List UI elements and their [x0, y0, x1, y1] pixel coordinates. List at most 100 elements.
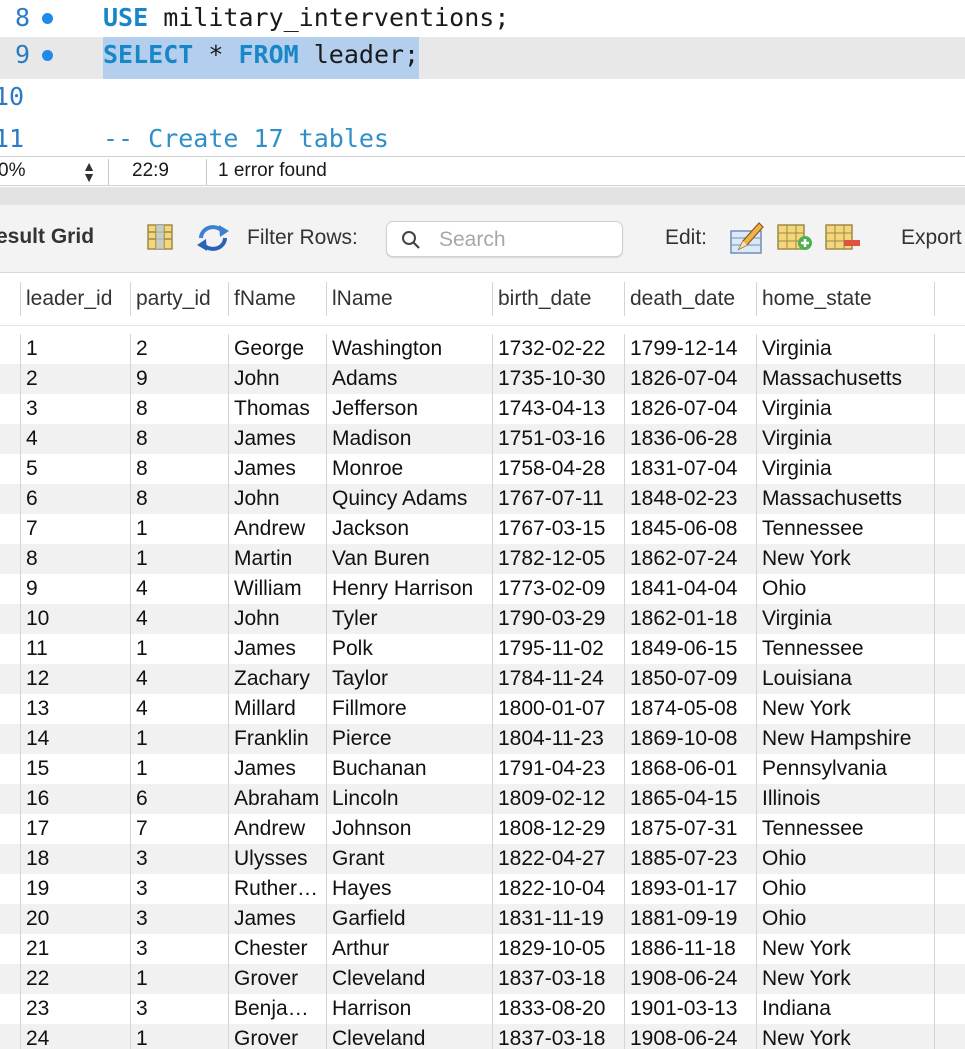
code-text-selected[interactable]: SELECT * FROM leader; [103, 37, 420, 79]
cell-death-date[interactable]: 1885-07-23 [624, 844, 756, 874]
cell-lname[interactable]: Van Buren [326, 544, 492, 574]
cell-fname[interactable]: Millard [228, 694, 326, 724]
cell-party-id[interactable]: 1 [130, 634, 228, 664]
cell-lname[interactable]: Quincy Adams [326, 484, 492, 514]
cell-home-state[interactable]: New York [756, 964, 934, 994]
cell-fname[interactable]: James [228, 754, 326, 784]
cell-lname[interactable]: Buchanan [326, 754, 492, 784]
cell-fname[interactable]: John [228, 604, 326, 634]
cell-lname[interactable]: Johnson [326, 814, 492, 844]
cell-home-state[interactable]: Virginia [756, 424, 934, 454]
cell-birth-date[interactable]: 1782-12-05 [492, 544, 624, 574]
cell-death-date[interactable]: 1862-07-24 [624, 544, 756, 574]
cell-birth-date[interactable]: 1751-03-16 [492, 424, 624, 454]
cell-death-date[interactable]: 1886-11-18 [624, 934, 756, 964]
cell-party-id[interactable]: 1 [130, 544, 228, 574]
cell-lname[interactable]: Garfield [326, 904, 492, 934]
cell-home-state[interactable]: Indiana [756, 994, 934, 1024]
cell-lname[interactable]: Cleveland [326, 1024, 492, 1049]
cell-death-date[interactable]: 1849-06-15 [624, 634, 756, 664]
add-row-icon[interactable] [776, 223, 814, 259]
cell-lname[interactable]: Lincoln [326, 784, 492, 814]
cell-fname[interactable]: John [228, 364, 326, 394]
code-line-9[interactable]: 9 SELECT * FROM leader; [0, 37, 965, 79]
cell-birth-date[interactable]: 1808-12-29 [492, 814, 624, 844]
cell-birth-date[interactable]: 1743-04-13 [492, 394, 624, 424]
cell-leader-id[interactable]: 20 [20, 904, 130, 934]
cell-lname[interactable]: Jefferson [326, 394, 492, 424]
cell-leader-id[interactable]: 18 [20, 844, 130, 874]
cell-birth-date[interactable]: 1767-07-11 [492, 484, 624, 514]
cell-birth-date[interactable]: 1837-03-18 [492, 964, 624, 994]
cell-death-date[interactable]: 1908-06-24 [624, 1024, 756, 1049]
cell-leader-id[interactable]: 14 [20, 724, 130, 754]
table-row[interactable]: 15 1 James Buchanan 1791-04-23 1868-06-01 Penn… [0, 754, 965, 784]
cell-home-state[interactable]: New York [756, 934, 934, 964]
cell-birth-date[interactable]: 1822-04-27 [492, 844, 624, 874]
cell-lname[interactable]: Harrison [326, 994, 492, 1024]
code-line-10[interactable]: 10 [0, 79, 965, 121]
cell-birth-date[interactable]: 1790-03-29 [492, 604, 624, 634]
refresh-icon[interactable] [195, 222, 231, 260]
table-row[interactable]: 5 8 James Monroe 1758-04-28 1831-07-04 Virgini… [0, 454, 965, 484]
cell-lname[interactable]: Washington [326, 334, 492, 364]
cell-home-state[interactable]: Virginia [756, 334, 934, 364]
cell-death-date[interactable]: 1865-04-15 [624, 784, 756, 814]
cell-fname[interactable]: Ruther… [228, 874, 326, 904]
cell-home-state[interactable]: Ohio [756, 874, 934, 904]
cell-lname[interactable]: Henry Harrison [326, 574, 492, 604]
cell-death-date[interactable]: 1901-03-13 [624, 994, 756, 1024]
cell-lname[interactable]: Pierce [326, 724, 492, 754]
cell-lname[interactable]: Fillmore [326, 694, 492, 724]
cell-birth-date[interactable]: 1735-10-30 [492, 364, 624, 394]
cell-party-id[interactable]: 3 [130, 904, 228, 934]
cell-party-id[interactable]: 8 [130, 484, 228, 514]
cell-leader-id[interactable]: 9 [20, 574, 130, 604]
column-header-fname[interactable]: fName [228, 282, 326, 316]
cell-leader-id[interactable]: 16 [20, 784, 130, 814]
cell-fname[interactable]: Benja… [228, 994, 326, 1024]
cell-home-state[interactable]: Massachusetts [756, 484, 934, 514]
cell-home-state[interactable]: Illinois [756, 784, 934, 814]
cell-birth-date[interactable]: 1784-11-24 [492, 664, 624, 694]
cell-birth-date[interactable]: 1758-04-28 [492, 454, 624, 484]
cell-lname[interactable]: Arthur [326, 934, 492, 964]
zoom-stepper-icon[interactable]: ▲ ▼ [76, 159, 102, 184]
cell-party-id[interactable]: 1 [130, 964, 228, 994]
cell-party-id[interactable]: 7 [130, 814, 228, 844]
cell-death-date[interactable]: 1826-07-04 [624, 364, 756, 394]
cell-fname[interactable]: John [228, 484, 326, 514]
cell-home-state[interactable]: Massachusetts [756, 364, 934, 394]
table-row[interactable]: 17 7 Andrew Johnson 1808-12-29 1875-07-31 Tenn… [0, 814, 965, 844]
cell-party-id[interactable]: 8 [130, 394, 228, 424]
cell-fname[interactable]: Martin [228, 544, 326, 574]
cell-death-date[interactable]: 1845-06-08 [624, 514, 756, 544]
cell-home-state[interactable]: Tennessee [756, 634, 934, 664]
sql-editor[interactable]: 8 USE military_interventions; 9 SELECT *… [0, 0, 965, 156]
cell-death-date[interactable]: 1850-07-09 [624, 664, 756, 694]
cell-birth-date[interactable]: 1767-03-15 [492, 514, 624, 544]
table-row[interactable]: 3 8 Thomas Jefferson 1743-04-13 1826-07-04 Vir… [0, 394, 965, 424]
cell-party-id[interactable]: 2 [130, 334, 228, 364]
cell-birth-date[interactable]: 1809-02-12 [492, 784, 624, 814]
cell-birth-date[interactable]: 1795-11-02 [492, 634, 624, 664]
cell-leader-id[interactable]: 7 [20, 514, 130, 544]
cell-home-state[interactable]: New Hampshire [756, 724, 934, 754]
cell-birth-date[interactable]: 1773-02-09 [492, 574, 624, 604]
cell-birth-date[interactable]: 1804-11-23 [492, 724, 624, 754]
cell-party-id[interactable]: 9 [130, 364, 228, 394]
cell-leader-id[interactable]: 8 [20, 544, 130, 574]
cell-home-state[interactable]: Virginia [756, 604, 934, 634]
cell-leader-id[interactable]: 21 [20, 934, 130, 964]
cell-leader-id[interactable]: 13 [20, 694, 130, 724]
column-header-death-date[interactable]: death_date [624, 282, 756, 316]
table-row[interactable]: 19 3 Ruther… Hayes 1822-10-04 1893-01-17 Ohio [0, 874, 965, 904]
cell-fname[interactable]: James [228, 424, 326, 454]
cell-party-id[interactable]: 4 [130, 664, 228, 694]
table-row[interactable]: 1 2 George Washington 1732-02-22 1799-12-14 Vi… [0, 334, 965, 364]
cell-birth-date[interactable]: 1837-03-18 [492, 1024, 624, 1049]
cell-home-state[interactable]: Virginia [756, 454, 934, 484]
cell-fname[interactable]: James [228, 454, 326, 484]
cell-birth-date[interactable]: 1791-04-23 [492, 754, 624, 784]
cell-leader-id[interactable]: 11 [20, 634, 130, 664]
